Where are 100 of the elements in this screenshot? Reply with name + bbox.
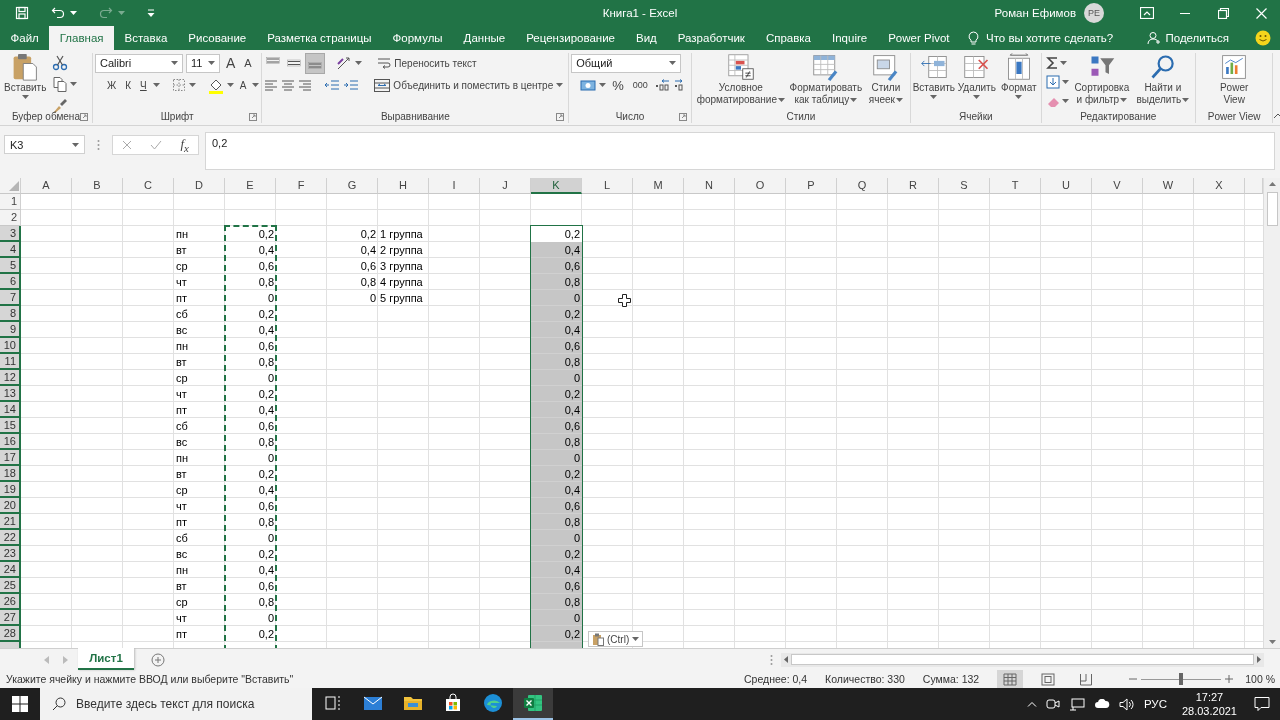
spreadsheet-cell[interactable]: вт [174,466,225,482]
column-header[interactable]: H [378,178,429,194]
spreadsheet-cell[interactable]: 0 [225,530,276,546]
percent-button[interactable]: % [609,75,627,95]
caret-icon[interactable] [1182,98,1190,103]
caret-icon[interactable] [1059,60,1067,65]
wrap-text-button[interactable]: Переносить текст [374,53,480,73]
spreadsheet-cell[interactable]: 0 [225,610,276,626]
notifications-icon[interactable] [1254,696,1270,712]
spreadsheet-cell[interactable]: 0,6 [531,498,582,514]
caret-icon[interactable] [1120,98,1128,103]
ribbon-tab[interactable]: Главная [49,26,115,50]
column-header[interactable]: U [1041,178,1092,194]
sheet-tab[interactable]: Лист1 [78,648,134,670]
row-header[interactable]: 26 [0,594,21,610]
row-header[interactable]: 1 [0,194,21,210]
spreadsheet-cell[interactable]: 2 группа [378,242,429,258]
row-header[interactable]: 6 [0,274,21,290]
bold-button[interactable]: Ж [103,75,120,95]
merge-center-button[interactable]: Объединить и поместить в центре [371,75,567,95]
spreadsheet-cell[interactable]: 0,6 [531,338,582,354]
spreadsheet-cell[interactable]: 0 [225,290,276,306]
spreadsheet-cell[interactable]: 0,2 [225,386,276,402]
paste-options-button[interactable]: (Ctrl) [588,631,644,647]
row-header[interactable]: 4 [0,242,21,258]
spreadsheet-cell[interactable]: 0,4 [225,402,276,418]
spreadsheet-cell[interactable]: 0,2 [531,466,582,482]
spreadsheet-cell[interactable]: 0,2 [531,306,582,322]
caret-icon[interactable] [170,61,178,65]
spreadsheet-cell[interactable]: 0,6 [225,338,276,354]
dialog-launcher-icon[interactable] [678,112,687,121]
tell-me-field[interactable]: Что вы хотите сделать? [986,32,1114,44]
increase-decimal-icon[interactable] [653,78,670,92]
spreadsheet-cell[interactable]: ср [174,482,225,498]
format-painter-icon[interactable] [52,96,69,113]
spreadsheet-cell[interactable]: 0,6 [225,258,276,274]
spreadsheet-cell[interactable]: 0 [531,530,582,546]
spreadsheet-cell[interactable]: ср [174,594,225,610]
spreadsheet-cell[interactable]: 0,6 [225,418,276,434]
spreadsheet-cell[interactable]: 0,4 [531,402,582,418]
row-header[interactable]: 5 [0,258,21,274]
underline-button[interactable]: Ч [137,75,150,95]
caret-icon[interactable] [72,142,79,147]
paste-button[interactable]: Вставить [2,53,49,99]
spreadsheet-cell[interactable]: 0,4 [225,322,276,338]
row-header[interactable]: 3 [0,226,21,242]
insert-function-button[interactable]: f$_{x}$ [180,136,189,154]
row-header[interactable]: 20 [0,498,21,514]
share-button[interactable]: Поделиться [1143,26,1233,50]
spreadsheet-cell[interactable]: чт [174,610,225,626]
row-header[interactable]: 22 [0,530,21,546]
column-header[interactable]: D [174,178,225,194]
spreadsheet-cell[interactable]: 0,6 [531,418,582,434]
column-header[interactable]: O [735,178,786,194]
column-header[interactable]: P [786,178,837,194]
ribbon-tab[interactable]: Вставка [114,26,178,50]
collapse-ribbon-icon[interactable] [1273,113,1280,119]
ribbon-tab[interactable]: Вид [625,26,668,50]
caret-icon[interactable] [556,83,564,87]
conditional-button[interactable]: Условное форматирование [693,53,788,106]
taskbar-search-field[interactable]: Введите здесь текст для поиска [40,688,312,720]
spreadsheet-cell[interactable]: 0,4 [531,242,582,258]
caret-icon[interactable] [207,61,215,65]
spreadsheet-cell[interactable]: сб [174,418,225,434]
caret-icon[interactable] [930,95,938,99]
caret-icon[interactable] [152,83,160,87]
save-icon[interactable] [15,6,29,20]
spreadsheet-cell[interactable]: вс [174,322,225,338]
ribbon-tab[interactable]: Power Pivot [877,26,961,50]
caret-icon[interactable] [973,95,981,99]
spreadsheet-cell[interactable]: 0,4 [531,562,582,578]
caret-icon[interactable] [895,98,903,103]
dialog-launcher-icon[interactable] [556,112,565,121]
ribbon-tab[interactable]: Разметка страницы [256,26,383,50]
grow-font-button[interactable]: A [222,53,239,73]
spreadsheet-cell[interactable]: 0,8 [225,354,276,370]
row-header[interactable]: 18 [0,466,21,482]
spreadsheet-cell[interactable]: 0,6 [225,578,276,594]
caret-icon[interactable] [669,61,677,65]
column-header[interactable]: R [888,178,939,194]
column-header[interactable]: L [582,178,633,194]
row-header[interactable]: 2 [0,210,21,226]
spreadsheet-cell[interactable]: ср [174,370,225,386]
smiley-icon[interactable] [1255,30,1271,46]
spreadsheet-cell[interactable]: 0,2 [225,626,276,642]
spreadsheet-cell[interactable]: 0 [225,370,276,386]
spreadsheet-cell[interactable]: 0,6 [531,578,582,594]
scroll-right-icon[interactable] [1257,656,1261,663]
ribbon-tab[interactable]: Формулы [382,26,454,50]
fill-down-icon[interactable] [1045,74,1060,89]
restore-icon[interactable] [1217,7,1229,19]
thousands-separator-button[interactable]: 000 [629,75,651,95]
spreadsheet-cell[interactable]: пн [174,226,225,242]
row-header[interactable]: 14 [0,402,21,418]
column-header[interactable]: J [480,178,531,194]
camera-icon[interactable] [1045,698,1060,710]
spreadsheet-cell[interactable]: 4 группа [378,274,429,290]
row-header[interactable]: 7 [0,290,21,306]
column-header[interactable]: B [72,178,123,194]
caret-icon[interactable] [850,98,858,103]
